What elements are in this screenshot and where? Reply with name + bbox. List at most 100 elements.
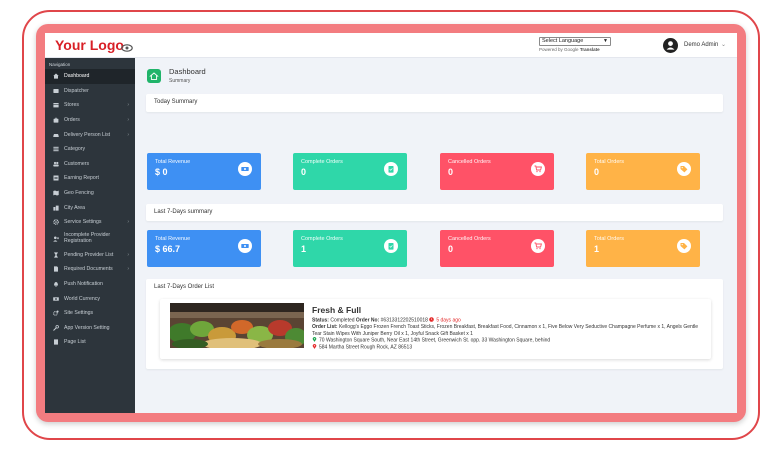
today-summary-panel: Today Summary bbox=[146, 94, 723, 112]
sidebar-item-stores[interactable]: Stores › bbox=[45, 98, 135, 113]
chevron-down-icon: ▼ bbox=[603, 38, 608, 44]
map-pin-icon bbox=[312, 344, 317, 350]
sidebar-item-dispatcher[interactable]: Dispatcher bbox=[45, 84, 135, 99]
eye-icon[interactable] bbox=[121, 40, 133, 52]
main-content: Dashboard Summary Today Summary Total Re… bbox=[135, 58, 737, 413]
chevron-right-icon: › bbox=[127, 117, 129, 124]
card-value: 1 bbox=[594, 244, 600, 254]
google-label: Google bbox=[564, 47, 579, 52]
card-value: $ 66.7 bbox=[155, 244, 181, 254]
clipboard-check-icon bbox=[384, 162, 398, 176]
home-icon bbox=[53, 73, 59, 79]
last7-total-orders-card[interactable]: Total Orders 1 bbox=[586, 230, 700, 267]
money-icon bbox=[238, 162, 252, 176]
sidebar-item-geo-fencing[interactable]: Geo Fencing bbox=[45, 186, 135, 201]
pickup-address: 70 Washington Square South, Near East 14… bbox=[319, 337, 551, 344]
drop-address: 584 Martha Street Rough Rock, AZ 86513 bbox=[319, 344, 413, 351]
wrench-icon bbox=[53, 324, 59, 331]
today-summary-title: Today Summary bbox=[154, 99, 198, 105]
sidebar-item-required-documents[interactable]: Required Documents › bbox=[45, 262, 135, 277]
order-list-panel: Last 7-Days Order List Fresh & Full Stat… bbox=[146, 279, 723, 369]
money-icon bbox=[53, 296, 59, 302]
sidebar-item-pending-provider-list[interactable]: Pending Provider List › bbox=[45, 248, 135, 263]
last7-summary-panel: Last 7-Days summary bbox=[146, 204, 723, 221]
page-title: Dashboard bbox=[169, 67, 206, 76]
sidebar-item-label: Incomplete Provider Registration bbox=[64, 232, 111, 244]
last7-summary-title: Last 7-Days summary bbox=[154, 209, 213, 215]
sidebar-item-label: Customers bbox=[64, 160, 90, 167]
order-card[interactable]: Fresh & Full Status: Completed Order No:… bbox=[160, 299, 711, 359]
page-subtitle: Summary bbox=[169, 78, 191, 84]
tags-icon bbox=[677, 239, 691, 253]
language-select-label: Select Language bbox=[542, 38, 584, 44]
today-total-orders-card[interactable]: Total Orders 0 bbox=[586, 153, 700, 190]
sidebar-item-service-settings[interactable]: Service Settings › bbox=[45, 215, 135, 230]
powered-by-label: Powered by bbox=[539, 47, 563, 52]
clock-icon bbox=[429, 317, 435, 322]
report-icon bbox=[53, 175, 59, 181]
dispatch-icon bbox=[53, 88, 59, 94]
sidebar-item-label: Page List bbox=[64, 339, 86, 346]
sidebar-item-app-version-setting[interactable]: App Version Setting bbox=[45, 321, 135, 336]
list-icon bbox=[53, 146, 59, 152]
order-number: #6313312202510018 bbox=[380, 317, 428, 324]
card-label: Cancelled Orders bbox=[448, 159, 491, 165]
sidebar-item-push-notification[interactable]: Push Notification bbox=[45, 277, 135, 292]
sidebar-item-label: Delivery Person List bbox=[64, 131, 111, 138]
sidebar-item-dashboard[interactable]: Dashboard bbox=[45, 69, 135, 84]
sidebar-item-label: Orders bbox=[64, 117, 80, 124]
store-photo bbox=[170, 303, 304, 348]
sidebar: Navigation Dashboard Dispatcher Stores ›… bbox=[45, 58, 135, 413]
order-status-line: Status: Completed Order No: #63133122025… bbox=[312, 317, 704, 324]
hourglass-icon bbox=[53, 252, 59, 258]
chevron-right-icon: › bbox=[127, 219, 129, 226]
user-avatar[interactable] bbox=[663, 38, 678, 53]
today-complete-orders-card[interactable]: Complete Orders 0 bbox=[293, 153, 407, 190]
order-list-label: Order List: bbox=[312, 324, 338, 331]
today-total-revenue-card[interactable]: Total Revenue $ 0 bbox=[147, 153, 261, 190]
order-no-label: Order No: bbox=[355, 317, 380, 324]
sidebar-item-page-list[interactable]: Page List bbox=[45, 335, 135, 350]
last7-complete-orders-card[interactable]: Complete Orders 1 bbox=[293, 230, 407, 267]
gear-icon bbox=[53, 219, 59, 226]
sidebar-item-site-settings[interactable]: Site Settings bbox=[45, 306, 135, 321]
money-icon bbox=[238, 239, 252, 253]
home-icon bbox=[147, 69, 161, 83]
card-label: Total Orders bbox=[594, 159, 624, 165]
chevron-down-icon[interactable]: ⌄ bbox=[721, 41, 726, 48]
drop-address-line: 584 Martha Street Rough Rock, AZ 86513 bbox=[312, 344, 704, 351]
sidebar-item-label: Dispatcher bbox=[64, 87, 89, 94]
card-label: Total Revenue bbox=[155, 236, 191, 242]
sidebar-item-category[interactable]: Category bbox=[45, 142, 135, 157]
sidebar-heading: Navigation bbox=[49, 62, 71, 67]
cog-icon bbox=[53, 310, 59, 316]
store-name[interactable]: Fresh & Full bbox=[312, 305, 704, 315]
chevron-right-icon: › bbox=[127, 131, 129, 138]
sidebar-item-city-area[interactable]: City Area bbox=[45, 200, 135, 215]
language-select[interactable]: Select Language ▼ bbox=[539, 37, 611, 46]
translate-link[interactable]: Translate bbox=[580, 47, 600, 52]
sidebar-item-incomplete-provider-registration[interactable]: Incomplete Provider Registration bbox=[45, 230, 135, 248]
bag-icon bbox=[53, 117, 59, 123]
last7-cancelled-orders-card[interactable]: Cancelled Orders 0 bbox=[440, 230, 554, 267]
card-value: 1 bbox=[301, 244, 307, 254]
sidebar-item-customers[interactable]: Customers bbox=[45, 157, 135, 172]
logo[interactable]: Your Logo bbox=[55, 37, 124, 53]
store-icon bbox=[53, 102, 59, 108]
last7-total-revenue-card[interactable]: Total Revenue $ 66.7 bbox=[147, 230, 261, 267]
sidebar-item-earning-report[interactable]: Earning Report bbox=[45, 171, 135, 186]
card-value: 0 bbox=[448, 167, 454, 177]
today-cancelled-orders-card[interactable]: Cancelled Orders 0 bbox=[440, 153, 554, 190]
order-time-ago: 5 days ago bbox=[436, 317, 461, 324]
sidebar-item-delivery-person-list[interactable]: Delivery Person List › bbox=[45, 127, 135, 142]
powered-by-text: Powered by Google Translate bbox=[539, 47, 611, 52]
card-value: $ 0 bbox=[155, 167, 168, 177]
user-name[interactable]: Demo Admin bbox=[684, 42, 718, 48]
users-icon bbox=[53, 161, 59, 167]
clipboard-check-icon bbox=[384, 239, 398, 253]
sidebar-item-orders[interactable]: Orders › bbox=[45, 113, 135, 128]
sidebar-item-label: Category bbox=[64, 146, 86, 153]
sidebar-item-world-currency[interactable]: World Currency bbox=[45, 291, 135, 306]
card-value: 0 bbox=[594, 167, 600, 177]
order-items: Kellogg's Eggo Frozen French Toast Stick… bbox=[312, 324, 699, 337]
